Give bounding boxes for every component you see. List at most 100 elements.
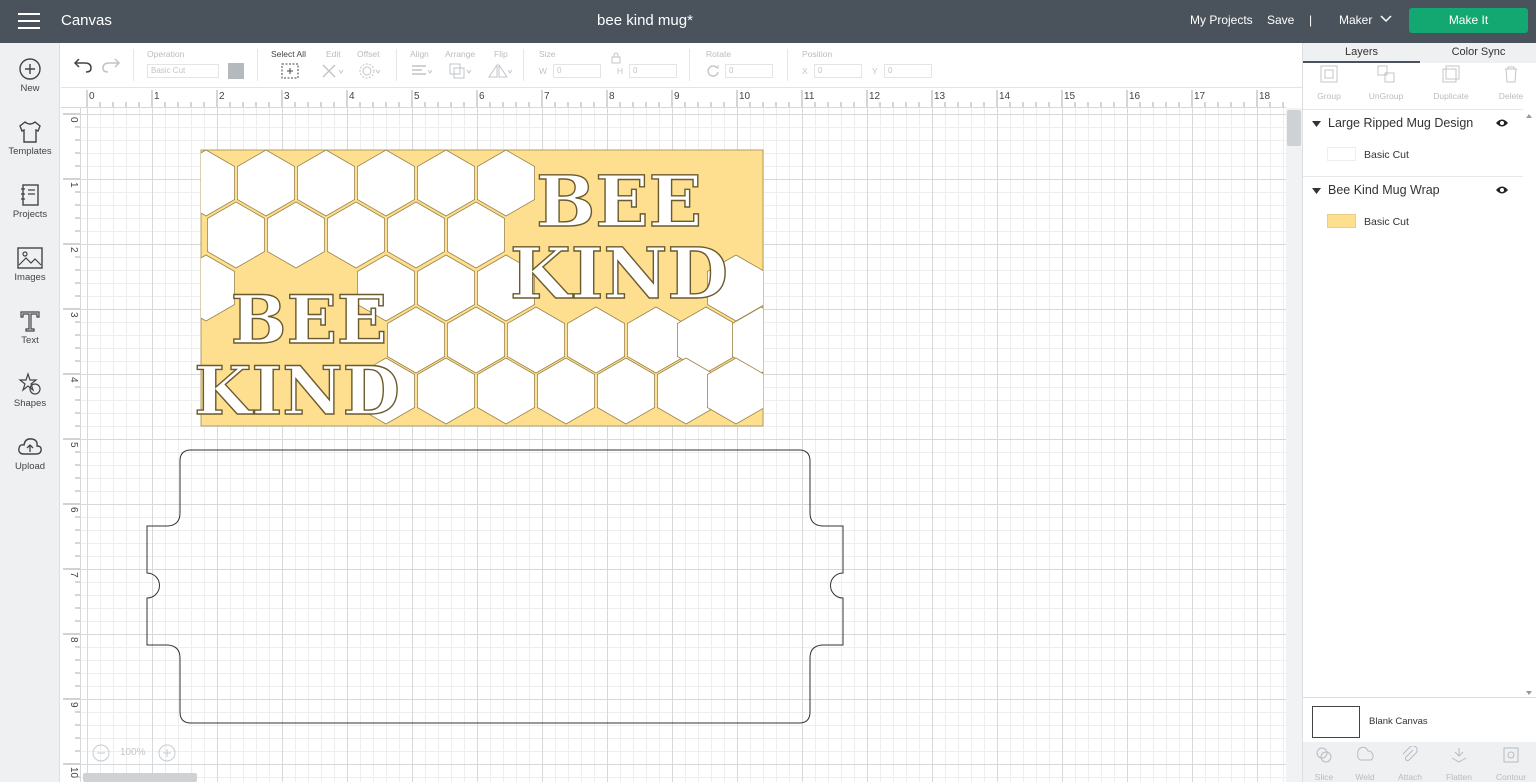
design-canvas[interactable]: BEE KIND BEE KIND: [81, 108, 1286, 782]
projects-label: Projects: [12, 209, 48, 220]
collapse-triangle-icon[interactable]: [1312, 121, 1321, 127]
ruler-h-label: 4: [349, 91, 355, 102]
x-input[interactable]: 0: [814, 64, 862, 78]
horizontal-ruler: 0 1 2 3 4 5 6 7 8 9 10 11 12 13 14 15 16 17 18: [61, 88, 1286, 108]
zoom-level: 100%: [120, 747, 146, 758]
my-projects-link[interactable]: My Projects: [1190, 13, 1253, 27]
layer-title: Bee Kind Mug Wrap: [1328, 183, 1440, 197]
delete-button[interactable]: Delete: [1486, 65, 1536, 101]
duplicate-button[interactable]: Duplicate: [1426, 65, 1476, 101]
redo-icon[interactable]: [101, 56, 121, 74]
templates-label: Templates: [8, 146, 52, 157]
ruler-v-label: 8: [68, 637, 79, 643]
group-label: Group: [1317, 91, 1341, 101]
contour-button[interactable]: Contour: [1486, 746, 1536, 782]
layer-operation[interactable]: Basic Cut: [1364, 149, 1409, 161]
shapes-button[interactable]: Shapes: [0, 372, 60, 409]
rotate-icon: [707, 65, 719, 77]
ruler-h-label: 18: [1259, 91, 1271, 102]
shirt-icon: [19, 121, 41, 143]
weld-label: Weld: [1355, 772, 1375, 782]
chevron-down-icon[interactable]: [1380, 14, 1392, 24]
ruler-h-label: 11: [804, 91, 815, 102]
layer-actions-bar: Slice Weld Attach Flatten Contour: [1303, 742, 1536, 782]
machine-select[interactable]: Maker: [1339, 13, 1372, 27]
layers-panel: Layers Color Sync Group UnGroup Duplicat…: [1302, 43, 1536, 782]
collapse-triangle-icon[interactable]: [1312, 188, 1321, 194]
weld-icon: [1357, 746, 1374, 761]
text-button[interactable]: Text: [0, 309, 60, 346]
eye-icon[interactable]: [1495, 185, 1509, 195]
ruler-v-label: 7: [68, 572, 79, 578]
ruler-h-label: 13: [934, 91, 946, 102]
large-ripped-mug-design-outline[interactable]: [146, 449, 844, 724]
ruler-h-label: 17: [1194, 91, 1206, 102]
delete-label: Delete: [1498, 91, 1524, 101]
select-all-icon[interactable]: [281, 63, 299, 79]
operation-label: Operation: [147, 49, 185, 59]
group-button[interactable]: Group: [1304, 65, 1354, 101]
weld-button[interactable]: Weld: [1340, 746, 1390, 782]
tab-layers[interactable]: Layers: [1303, 43, 1420, 63]
offset-icon[interactable]: [359, 63, 383, 79]
rotate-input[interactable]: 0: [725, 64, 773, 78]
undo-icon[interactable]: [73, 56, 93, 74]
layer-title: Large Ripped Mug Design: [1328, 116, 1474, 130]
bee-bottom-text: BEE: [231, 281, 387, 359]
ungroup-button[interactable]: UnGroup: [1361, 65, 1411, 101]
y-letter: Y: [872, 66, 878, 76]
make-it-button[interactable]: Make It: [1409, 8, 1528, 33]
height-input[interactable]: 0: [629, 64, 677, 78]
save-button[interactable]: Save: [1267, 13, 1294, 27]
attach-button[interactable]: Attach: [1385, 745, 1435, 782]
align-icon[interactable]: [410, 63, 434, 79]
zoom-in-icon[interactable]: [158, 744, 176, 762]
x-letter: X: [802, 66, 808, 76]
bee-kind-top-text[interactable]: BEE KIND: [509, 159, 729, 315]
duplicate-icon: [1442, 65, 1460, 83]
edit-scissors-icon[interactable]: [321, 63, 345, 79]
ruler-h-label: 9: [674, 91, 680, 102]
projects-button[interactable]: Projects: [0, 183, 60, 220]
shapes-icon: [18, 372, 41, 395]
layer-group[interactable]: Bee Kind Mug Wrap: [1303, 178, 1533, 204]
layers-scrollbar[interactable]: [1524, 113, 1534, 698]
edit-label: Edit: [326, 49, 341, 59]
new-button[interactable]: New: [0, 57, 60, 94]
blank-canvas-row[interactable]: Blank Canvas: [1303, 697, 1536, 741]
layer-operation[interactable]: Basic Cut: [1364, 216, 1409, 228]
upload-button[interactable]: Upload: [0, 435, 60, 472]
y-input[interactable]: 0: [884, 64, 932, 78]
ruler-h-label: 7: [544, 91, 550, 102]
templates-button[interactable]: Templates: [0, 120, 60, 157]
position-label: Position: [802, 49, 833, 59]
ruler-v-label: 5: [68, 442, 79, 448]
layer-thumbnail: [1327, 214, 1356, 228]
document-title: bee kind mug*: [597, 12, 693, 29]
vertical-scroll-thumb[interactable]: [1287, 110, 1301, 146]
notebook-icon: [21, 184, 39, 206]
horizontal-scroll-thumb[interactable]: [83, 773, 197, 782]
vertical-scrollbar[interactable]: [1286, 108, 1302, 782]
layer-group[interactable]: Large Ripped Mug Design: [1303, 111, 1533, 137]
images-button[interactable]: Images: [0, 246, 60, 283]
flatten-button[interactable]: Flatten: [1434, 746, 1484, 782]
ruler-v-label: 2: [68, 247, 79, 253]
ruler-v-label: 9: [68, 702, 79, 708]
flip-label: Flip: [494, 49, 508, 59]
width-input[interactable]: 0: [553, 64, 601, 78]
ruler-h-label: 2: [219, 91, 225, 102]
ruler-h-label: 8: [609, 91, 615, 102]
new-label: New: [20, 83, 40, 94]
zoom-out-icon[interactable]: [92, 744, 110, 762]
tab-color-sync[interactable]: Color Sync: [1420, 43, 1536, 63]
rotate-label: Rotate: [706, 49, 732, 59]
lock-icon[interactable]: [611, 52, 621, 64]
ruler-v-label: 6: [68, 507, 79, 513]
eye-icon[interactable]: [1495, 118, 1509, 128]
operation-color-swatch[interactable]: [228, 63, 244, 79]
arrange-icon[interactable]: [449, 63, 473, 79]
blank-canvas-thumbnail: [1312, 706, 1360, 738]
operation-select[interactable]: Basic Cut: [147, 64, 219, 78]
flip-icon[interactable]: [488, 63, 514, 79]
